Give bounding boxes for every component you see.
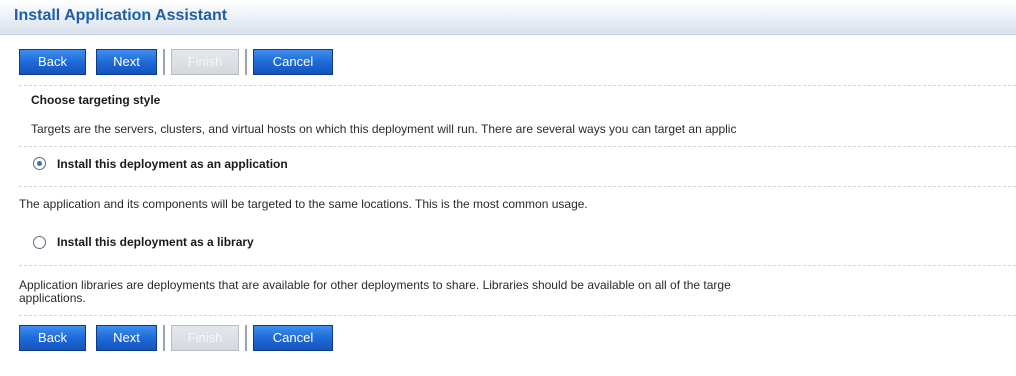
option-library-description-line2: applications. xyxy=(19,291,86,305)
divider xyxy=(19,146,1016,147)
finish-button: Finish xyxy=(171,325,239,351)
option-application-description: The application and its components will … xyxy=(19,197,588,211)
cancel-button[interactable]: Cancel xyxy=(253,325,333,351)
radio-install-as-library[interactable] xyxy=(33,236,46,249)
divider xyxy=(19,85,1016,86)
radio-install-as-application[interactable] xyxy=(33,157,46,170)
option-application-label[interactable]: Install this deployment as an applicatio… xyxy=(57,157,288,171)
option-library-label[interactable]: Install this deployment as a library xyxy=(57,235,254,249)
divider xyxy=(19,265,1016,266)
button-separator xyxy=(245,325,247,351)
top-button-row: Back Next Finish Cancel xyxy=(19,47,333,77)
back-button[interactable]: Back xyxy=(19,49,86,75)
finish-button: Finish xyxy=(171,49,239,75)
option-library-description-line1: Application libraries are deployments th… xyxy=(19,278,731,292)
section-heading: Choose targeting style xyxy=(31,93,161,107)
bottom-button-row: Back Next Finish Cancel xyxy=(19,323,333,353)
next-button[interactable]: Next xyxy=(96,325,157,351)
radio-selected-dot xyxy=(37,161,42,166)
page-title: Install Application Assistant xyxy=(14,7,228,24)
divider xyxy=(19,186,1016,187)
button-separator xyxy=(163,325,165,351)
button-separator xyxy=(163,49,165,75)
next-button[interactable]: Next xyxy=(96,49,157,75)
cancel-button[interactable]: Cancel xyxy=(253,49,333,75)
button-separator xyxy=(245,49,247,75)
title-bar: Install Application Assistant xyxy=(0,0,1016,35)
section-description: Targets are the servers, clusters, and v… xyxy=(31,122,737,136)
back-button[interactable]: Back xyxy=(19,325,86,351)
install-application-assistant-page: Install Application Assistant Back Next … xyxy=(0,0,1016,376)
divider xyxy=(19,315,1016,316)
